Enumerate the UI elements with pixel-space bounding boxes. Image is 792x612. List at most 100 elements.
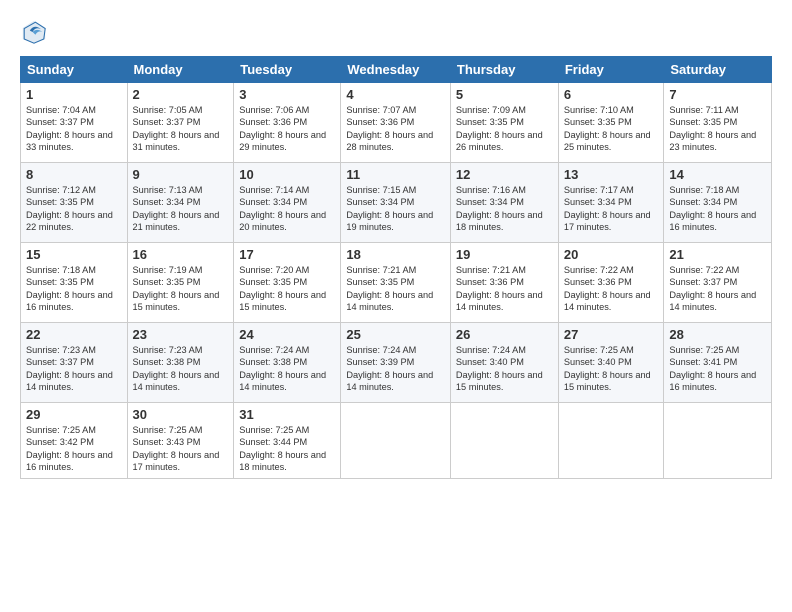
calendar-cell: 20 Sunrise: 7:22 AMSunset: 3:36 PMDayligh… — [558, 243, 664, 323]
cell-info: Sunrise: 7:20 AMSunset: 3:35 PMDaylight:… — [239, 264, 335, 314]
calendar-cell — [664, 403, 772, 479]
day-number: 22 — [26, 327, 122, 342]
cell-info: Sunrise: 7:25 AMSunset: 3:43 PMDaylight:… — [133, 424, 229, 474]
col-header-tuesday: Tuesday — [234, 57, 341, 83]
col-header-monday: Monday — [127, 57, 234, 83]
calendar-week-row: 1 Sunrise: 7:04 AMSunset: 3:37 PMDaylight… — [21, 83, 772, 163]
cell-info: Sunrise: 7:25 AMSunset: 3:44 PMDaylight:… — [239, 424, 335, 474]
calendar-cell: 19 Sunrise: 7:21 AMSunset: 3:36 PMDayligh… — [450, 243, 558, 323]
calendar-cell — [450, 403, 558, 479]
day-number: 21 — [669, 247, 766, 262]
cell-info: Sunrise: 7:05 AMSunset: 3:37 PMDaylight:… — [133, 104, 229, 154]
header — [20, 18, 772, 46]
cell-info: Sunrise: 7:10 AMSunset: 3:35 PMDaylight:… — [564, 104, 659, 154]
day-number: 29 — [26, 407, 122, 422]
day-number: 20 — [564, 247, 659, 262]
col-header-wednesday: Wednesday — [341, 57, 451, 83]
page: SundayMondayTuesdayWednesdayThursdayFrid… — [0, 0, 792, 612]
calendar-cell: 17Sunrise: 7:20 AMSunset: 3:35 PMDayligh… — [234, 243, 341, 323]
cell-info: Sunrise: 7:24 AMSunset: 3:39 PMDaylight:… — [346, 344, 445, 394]
day-number: 28 — [669, 327, 766, 342]
calendar-cell: 21 Sunrise: 7:22 AMSunset: 3:37 PMDayligh… — [664, 243, 772, 323]
day-number: 13 — [564, 167, 659, 182]
day-number: 8 — [26, 167, 122, 182]
day-number: 31 — [239, 407, 335, 422]
col-header-sunday: Sunday — [21, 57, 128, 83]
day-number: 18 — [346, 247, 445, 262]
cell-info: Sunrise: 7:07 AMSunset: 3:36 PMDaylight:… — [346, 104, 445, 154]
day-number: 10 — [239, 167, 335, 182]
calendar-header-row: SundayMondayTuesdayWednesdayThursdayFrid… — [21, 57, 772, 83]
calendar-cell: 10 Sunrise: 7:14 AMSunset: 3:34 PMDayligh… — [234, 163, 341, 243]
calendar-cell — [341, 403, 451, 479]
day-number: 15 — [26, 247, 122, 262]
calendar-cell: 24 Sunrise: 7:24 AMSunset: 3:38 PMDayligh… — [234, 323, 341, 403]
logo — [20, 18, 52, 46]
calendar-cell: 27 Sunrise: 7:25 AMSunset: 3:40 PMDayligh… — [558, 323, 664, 403]
cell-info: Sunrise: 7:12 AMSunset: 3:35 PMDaylight:… — [26, 184, 122, 234]
cell-info: Sunrise: 7:21 AMSunset: 3:35 PMDaylight:… — [346, 264, 445, 314]
logo-icon — [20, 18, 48, 46]
calendar-cell: 1 Sunrise: 7:04 AMSunset: 3:37 PMDaylight… — [21, 83, 128, 163]
cell-info: Sunrise: 7:11 AMSunset: 3:35 PMDaylight:… — [669, 104, 766, 154]
cell-info: Sunrise: 7:24 AMSunset: 3:38 PMDaylight:… — [239, 344, 335, 394]
day-number: 7 — [669, 87, 766, 102]
cell-info: Sunrise: 7:18 AMSunset: 3:35 PMDaylight:… — [26, 264, 122, 314]
day-number: 23 — [133, 327, 229, 342]
day-number: 11 — [346, 167, 445, 182]
cell-info: Sunrise: 7:22 AMSunset: 3:36 PMDaylight:… — [564, 264, 659, 314]
cell-info: Sunrise: 7:19 AMSunset: 3:35 PMDaylight:… — [133, 264, 229, 314]
day-number: 3 — [239, 87, 335, 102]
cell-info: Sunrise: 7:04 AMSunset: 3:37 PMDaylight:… — [26, 104, 122, 154]
calendar-table: SundayMondayTuesdayWednesdayThursdayFrid… — [20, 56, 772, 479]
cell-info: Sunrise: 7:16 AMSunset: 3:34 PMDaylight:… — [456, 184, 553, 234]
calendar-cell: 6 Sunrise: 7:10 AMSunset: 3:35 PMDaylight… — [558, 83, 664, 163]
cell-info: Sunrise: 7:22 AMSunset: 3:37 PMDaylight:… — [669, 264, 766, 314]
calendar-cell: 22 Sunrise: 7:23 AMSunset: 3:37 PMDayligh… — [21, 323, 128, 403]
day-number: 19 — [456, 247, 553, 262]
col-header-saturday: Saturday — [664, 57, 772, 83]
calendar-cell: 30 Sunrise: 7:25 AMSunset: 3:43 PMDayligh… — [127, 403, 234, 479]
calendar-body: 1 Sunrise: 7:04 AMSunset: 3:37 PMDaylight… — [21, 83, 772, 479]
cell-info: Sunrise: 7:18 AMSunset: 3:34 PMDaylight:… — [669, 184, 766, 234]
cell-info: Sunrise: 7:21 AMSunset: 3:36 PMDaylight:… — [456, 264, 553, 314]
calendar-cell: 9 Sunrise: 7:13 AMSunset: 3:34 PMDaylight… — [127, 163, 234, 243]
day-number: 9 — [133, 167, 229, 182]
calendar-week-row: 29 Sunrise: 7:25 AMSunset: 3:42 PMDayligh… — [21, 403, 772, 479]
calendar-cell: 8 Sunrise: 7:12 AMSunset: 3:35 PMDaylight… — [21, 163, 128, 243]
calendar-week-row: 22 Sunrise: 7:23 AMSunset: 3:37 PMDayligh… — [21, 323, 772, 403]
cell-info: Sunrise: 7:24 AMSunset: 3:40 PMDaylight:… — [456, 344, 553, 394]
calendar-cell: 3 Sunrise: 7:06 AMSunset: 3:36 PMDaylight… — [234, 83, 341, 163]
calendar-cell: 14Sunrise: 7:18 AMSunset: 3:34 PMDayligh… — [664, 163, 772, 243]
cell-info: Sunrise: 7:25 AMSunset: 3:40 PMDaylight:… — [564, 344, 659, 394]
day-number: 12 — [456, 167, 553, 182]
cell-info: Sunrise: 7:06 AMSunset: 3:36 PMDaylight:… — [239, 104, 335, 154]
cell-info: Sunrise: 7:23 AMSunset: 3:37 PMDaylight:… — [26, 344, 122, 394]
cell-info: Sunrise: 7:23 AMSunset: 3:38 PMDaylight:… — [133, 344, 229, 394]
calendar-cell: 11 Sunrise: 7:15 AMSunset: 3:34 PMDayligh… — [341, 163, 451, 243]
calendar-cell: 25 Sunrise: 7:24 AMSunset: 3:39 PMDayligh… — [341, 323, 451, 403]
calendar-cell: 5Sunrise: 7:09 AMSunset: 3:35 PMDaylight… — [450, 83, 558, 163]
day-number: 27 — [564, 327, 659, 342]
cell-info: Sunrise: 7:17 AMSunset: 3:34 PMDaylight:… — [564, 184, 659, 234]
day-number: 1 — [26, 87, 122, 102]
cell-info: Sunrise: 7:15 AMSunset: 3:34 PMDaylight:… — [346, 184, 445, 234]
calendar-cell: 13 Sunrise: 7:17 AMSunset: 3:34 PMDayligh… — [558, 163, 664, 243]
day-number: 6 — [564, 87, 659, 102]
cell-info: Sunrise: 7:14 AMSunset: 3:34 PMDaylight:… — [239, 184, 335, 234]
cell-info: Sunrise: 7:25 AMSunset: 3:42 PMDaylight:… — [26, 424, 122, 474]
calendar-cell: 2Sunrise: 7:05 AMSunset: 3:37 PMDaylight… — [127, 83, 234, 163]
day-number: 30 — [133, 407, 229, 422]
day-number: 24 — [239, 327, 335, 342]
cell-info: Sunrise: 7:13 AMSunset: 3:34 PMDaylight:… — [133, 184, 229, 234]
calendar-cell: 7 Sunrise: 7:11 AMSunset: 3:35 PMDaylight… — [664, 83, 772, 163]
calendar-cell: 18 Sunrise: 7:21 AMSunset: 3:35 PMDayligh… — [341, 243, 451, 323]
day-number: 25 — [346, 327, 445, 342]
calendar-week-row: 8 Sunrise: 7:12 AMSunset: 3:35 PMDaylight… — [21, 163, 772, 243]
cell-info: Sunrise: 7:09 AMSunset: 3:35 PMDaylight:… — [456, 104, 553, 154]
calendar-cell: 31 Sunrise: 7:25 AMSunset: 3:44 PMDayligh… — [234, 403, 341, 479]
day-number: 16 — [133, 247, 229, 262]
calendar-cell: 15 Sunrise: 7:18 AMSunset: 3:35 PMDayligh… — [21, 243, 128, 323]
calendar-cell: 26Sunrise: 7:24 AMSunset: 3:40 PMDayligh… — [450, 323, 558, 403]
calendar-week-row: 15 Sunrise: 7:18 AMSunset: 3:35 PMDayligh… — [21, 243, 772, 323]
